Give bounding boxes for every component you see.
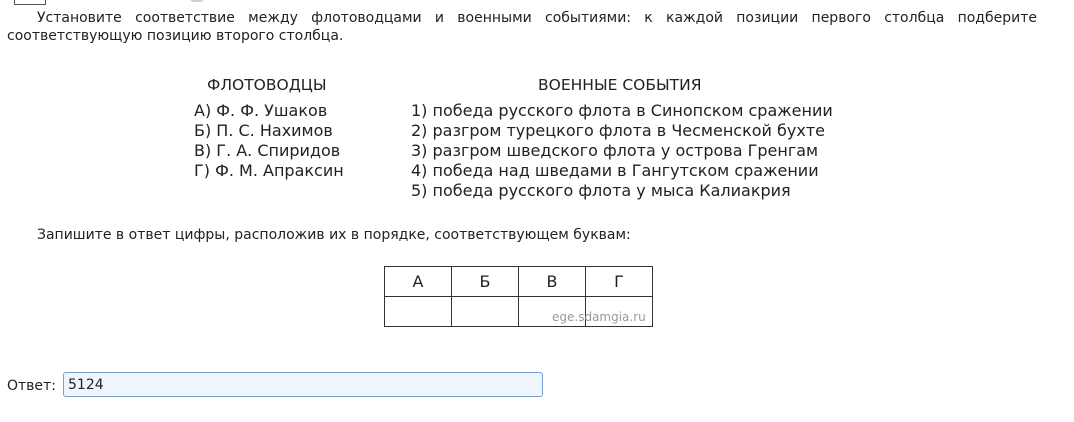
answer-label: Ответ: [7,378,56,394]
commander-item: Г) Ф. М. Апраксин [194,161,344,180]
event-item: 4) победа над шведами в Гангутском сраже… [411,161,819,180]
answer-input[interactable] [63,372,543,397]
top-decoration-fragment [190,0,204,2]
answer-cell-a [384,296,452,327]
answer-table-header-g: Г [585,266,653,297]
left-column-header: ФЛОТОВОДЦЫ [207,76,327,94]
events-list: 1) победа русского флота в Синопском сра… [411,101,833,201]
event-item: 2) разгром турецкого флота в Чесменской … [411,121,826,140]
right-column-header: ВОЕННЫЕ СОБЫТИЯ [538,76,702,94]
answer-table-header-b: Б [451,266,519,297]
event-item: 3) разгром шведского флота у острова Гре… [411,141,819,160]
top-box-fragment [14,0,46,5]
task-text: Установите соответствие между флотоводца… [7,10,1037,44]
answer-table-header-a: А [384,266,452,297]
instruction-text: Запишите в ответ цифры, расположив их в … [37,227,631,243]
event-item: 5) победа русского флота у мыса Калиакри… [411,181,791,200]
commander-item: Б) П. С. Нахимов [194,121,333,140]
answer-table-header-v: В [518,266,586,297]
commanders-list: А) Ф. Ф. Ушаков Б) П. С. Нахимов В) Г. А… [194,101,344,181]
commander-item: А) Ф. Ф. Ушаков [194,101,328,120]
answer-cell-b [451,296,519,327]
commander-item: В) Г. А. Спиридов [194,141,341,160]
event-item: 1) победа русского флота в Синопском сра… [411,101,833,120]
answer-table-header-row: А Б В Г [384,266,653,297]
watermark-text: ege.sdamgia.ru [552,310,646,324]
